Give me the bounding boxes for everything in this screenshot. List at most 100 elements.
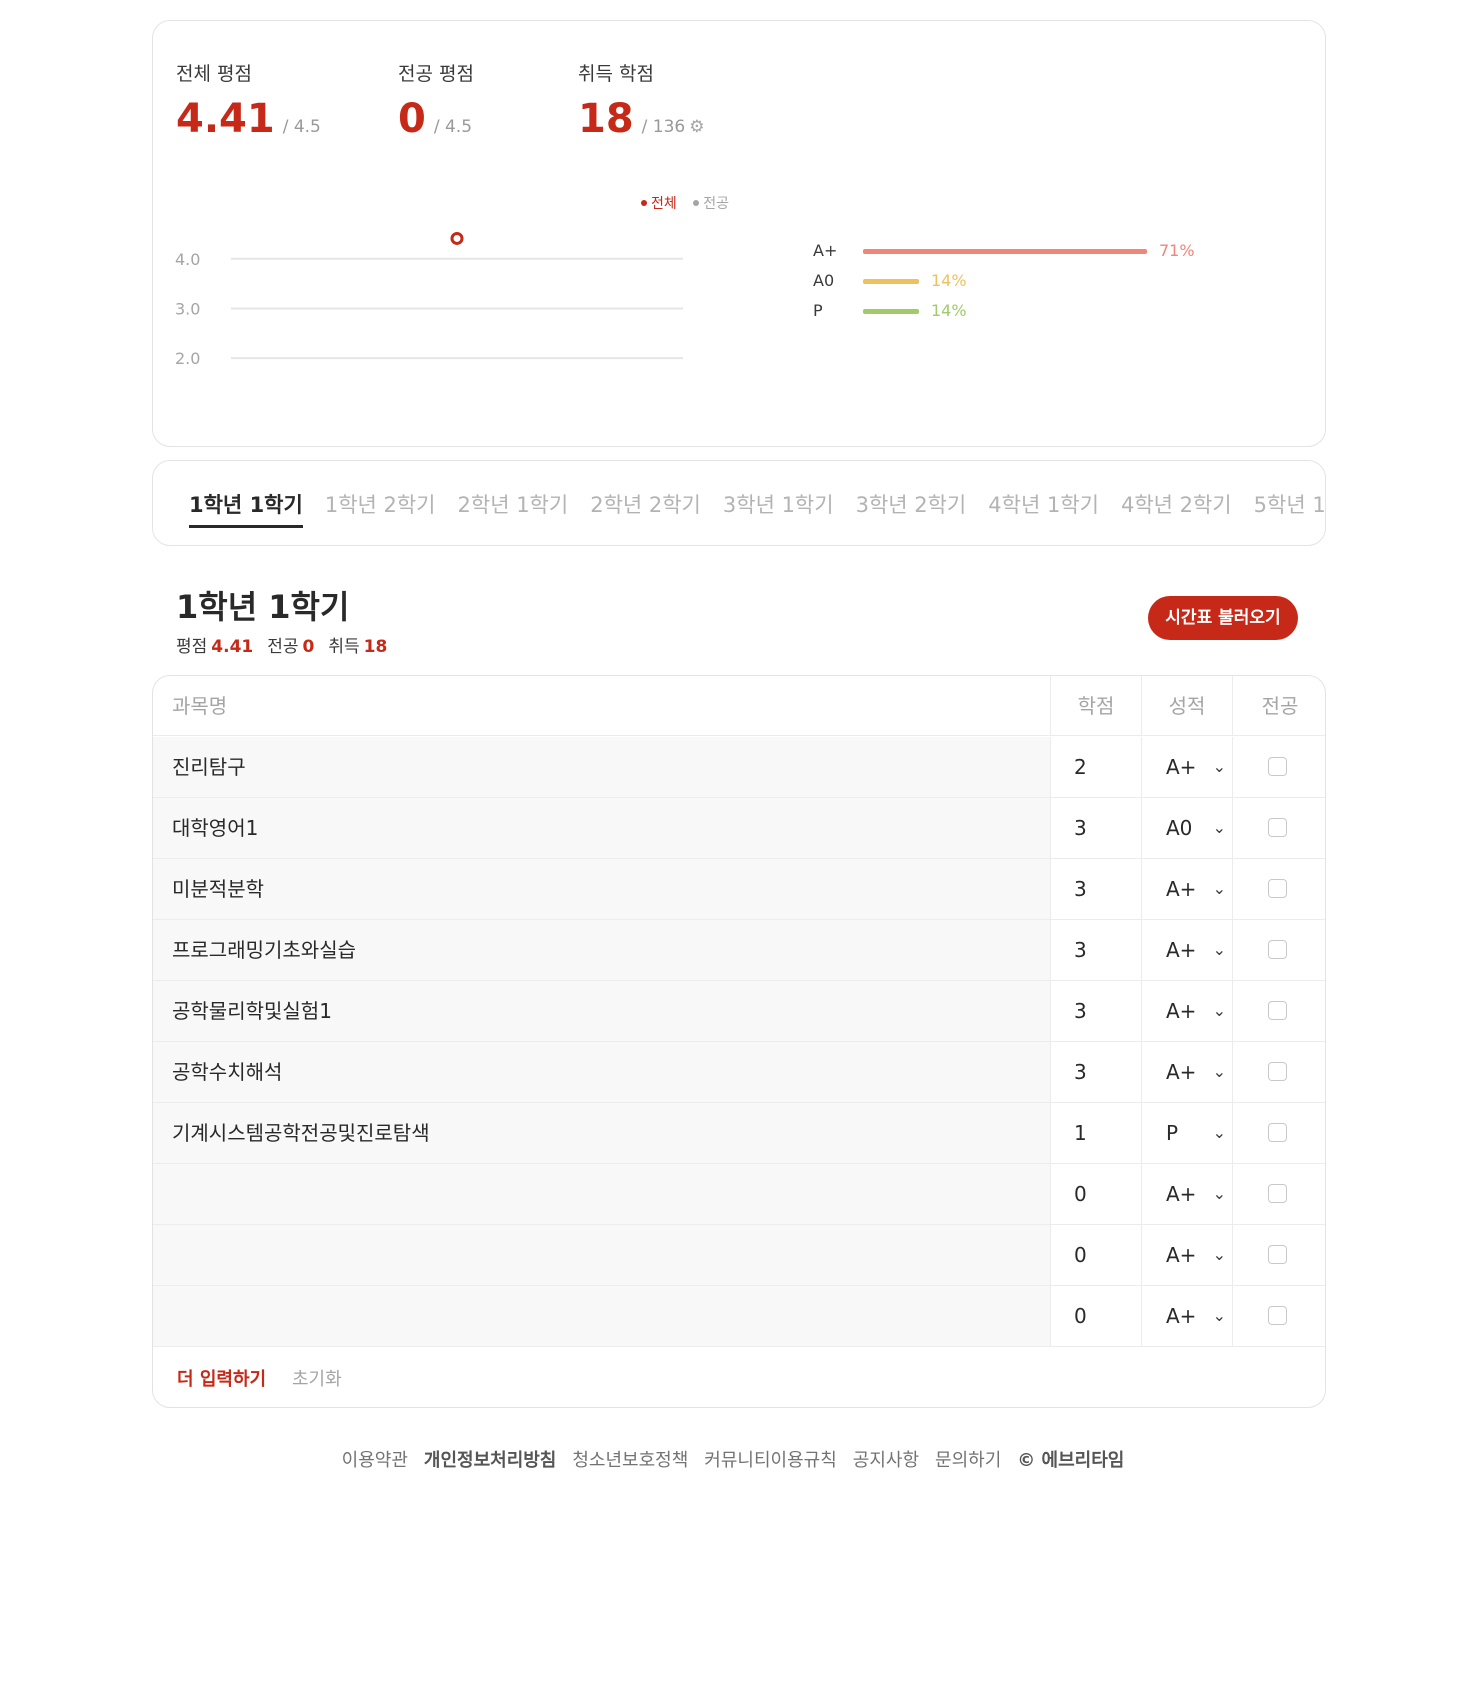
distribution-grade-label: A+ <box>813 241 838 260</box>
distribution-row: A0 14% <box>813 271 1283 301</box>
grade-select[interactable]: A+ ⌄ <box>1141 981 1232 1041</box>
legend-overall-dot <box>641 200 647 206</box>
semester-tab[interactable]: 3학년 2학기 <box>856 489 967 525</box>
gear-icon[interactable]: ⚙ <box>689 117 704 137</box>
major-checkbox[interactable] <box>1268 818 1287 837</box>
grade-value: A+ <box>1166 1060 1197 1084</box>
course-table: 과목명 학점 성적 전공 진리탐구 2 A+ ⌄ 대학영어1 3 A0 ⌄ 미분적분학 3 A+ ⌄ 프… <box>152 675 1326 1408</box>
footer-copyright: © 에브리타임 <box>1017 1450 1125 1471</box>
major-checkbox[interactable] <box>1268 1123 1287 1142</box>
semester-tab[interactable]: 1학년 1학기 <box>189 489 303 528</box>
major-checkbox[interactable] <box>1268 1184 1287 1203</box>
reset-button[interactable]: 초기화 <box>292 1365 342 1391</box>
major-cell <box>1232 737 1325 797</box>
footer-link[interactable]: 이용약관 <box>342 1450 408 1471</box>
semester-tab[interactable]: 2학년 2학기 <box>590 489 701 525</box>
course-name-input[interactable]: 기계시스템공학전공및진로탐색 <box>153 1103 1050 1163</box>
distribution-percent: 14% <box>931 301 967 320</box>
grade-value: P <box>1166 1121 1179 1145</box>
semester-tab[interactable]: 3학년 1학기 <box>723 489 834 525</box>
course-name-input[interactable]: 공학물리학및실험1 <box>153 981 1050 1041</box>
legend-overall-label: 전체 <box>651 196 677 212</box>
major-checkbox[interactable] <box>1268 1306 1287 1325</box>
credit-input[interactable]: 3 <box>1050 920 1141 980</box>
table-footer: 더 입력하기 초기화 <box>153 1347 1325 1407</box>
course-name-input[interactable] <box>153 1286 1050 1346</box>
major-checkbox[interactable] <box>1268 1062 1287 1081</box>
grade-select[interactable]: A+ ⌄ <box>1141 1286 1232 1346</box>
major-checkbox[interactable] <box>1268 757 1287 776</box>
grade-select[interactable]: A+ ⌄ <box>1141 920 1232 980</box>
course-name-input[interactable] <box>153 1164 1050 1224</box>
course-name-input[interactable]: 대학영어1 <box>153 798 1050 858</box>
major-checkbox[interactable] <box>1268 1245 1287 1264</box>
chevron-down-icon: ⌄ <box>1212 1001 1226 1020</box>
major-cell <box>1232 1103 1325 1163</box>
grade-value: A0 <box>1166 816 1193 840</box>
page-footer: 이용약관 개인정보처리방침 청소년보호정책 커뮤니티이용규칙 공지사항 문의하기 © 에브리… <box>0 1446 1466 1472</box>
table-row: 기계시스템공학전공및진로탐색 1 P ⌄ <box>153 1103 1325 1164</box>
credit-input[interactable]: 2 <box>1050 737 1141 797</box>
credit-input[interactable]: 1 <box>1050 1103 1141 1163</box>
overall-gpa-value: 4.41 <box>176 96 275 142</box>
gpa-point-overall[interactable] <box>450 231 464 245</box>
grade-distribution-chart: A+ 71% A0 14% P 14% <box>813 241 1283 331</box>
semester-tab[interactable]: 1학년 2학기 <box>325 489 436 525</box>
footer-link[interactable]: 문의하기 <box>935 1450 1001 1471</box>
grade-select[interactable]: A+ ⌄ <box>1141 859 1232 919</box>
semester-tab[interactable]: 2학년 1학기 <box>458 489 569 525</box>
chevron-down-icon: ⌄ <box>1212 1184 1226 1203</box>
major-checkbox[interactable] <box>1268 940 1287 959</box>
chevron-down-icon: ⌄ <box>1212 1306 1226 1325</box>
course-name-input[interactable]: 미분적분학 <box>153 859 1050 919</box>
course-name-input[interactable]: 프로그래밍기초와실습 <box>153 920 1050 980</box>
footer-link[interactable]: 공지사항 <box>853 1450 919 1471</box>
grade-select[interactable]: A0 ⌄ <box>1141 798 1232 858</box>
footer-link[interactable]: 청소년보호정책 <box>572 1450 688 1471</box>
grade-select[interactable]: A+ ⌄ <box>1141 737 1232 797</box>
credit-input[interactable]: 0 <box>1050 1286 1141 1346</box>
distribution-grade-label: A0 <box>813 271 835 290</box>
grade-select[interactable]: A+ ⌄ <box>1141 1225 1232 1285</box>
y-tick-label: 2.0 <box>175 349 200 368</box>
table-row: 0 A+ ⌄ <box>153 1164 1325 1225</box>
grade-select[interactable]: P ⌄ <box>1141 1103 1232 1163</box>
table-row: 진리탐구 2 A+ ⌄ <box>153 737 1325 798</box>
course-name-input[interactable]: 공학수치해석 <box>153 1042 1050 1102</box>
legend-overall: 전체 <box>641 196 677 212</box>
y-tick-label: 3.0 <box>175 299 200 318</box>
semester-tab[interactable]: 5학년 1학기 <box>1254 489 1325 525</box>
credit-input[interactable]: 3 <box>1050 1042 1141 1102</box>
credit-input[interactable]: 3 <box>1050 859 1141 919</box>
credit-input[interactable]: 0 <box>1050 1225 1141 1285</box>
earned-credits-max: / 136 <box>641 117 686 137</box>
footer-link[interactable]: 개인정보처리방침 <box>424 1450 556 1471</box>
chevron-down-icon: ⌄ <box>1212 940 1226 959</box>
semester-gpa-value: 4.41 <box>211 637 254 657</box>
major-checkbox[interactable] <box>1268 1001 1287 1020</box>
course-name-input[interactable]: 진리탐구 <box>153 737 1050 797</box>
table-row: 대학영어1 3 A0 ⌄ <box>153 798 1325 859</box>
footer-link[interactable]: 커뮤니티이용규칙 <box>704 1450 836 1471</box>
credit-input[interactable]: 3 <box>1050 981 1141 1041</box>
chevron-down-icon: ⌄ <box>1212 879 1226 898</box>
table-body: 진리탐구 2 A+ ⌄ 대학영어1 3 A0 ⌄ 미분적분학 3 A+ ⌄ 프로그래밍기초와실습 3 A+ ⌄… <box>153 737 1325 1347</box>
grade-select[interactable]: A+ ⌄ <box>1141 1164 1232 1224</box>
distribution-bar <box>863 279 919 284</box>
add-more-button[interactable]: 더 입력하기 <box>177 1365 266 1391</box>
semester-tab[interactable]: 4학년 2학기 <box>1121 489 1232 525</box>
grade-value: A+ <box>1166 938 1197 962</box>
import-timetable-button[interactable]: 시간표 불러오기 <box>1148 596 1298 640</box>
semester-tab[interactable]: 4학년 1학기 <box>988 489 1099 525</box>
grade-select[interactable]: A+ ⌄ <box>1141 1042 1232 1102</box>
course-name-input[interactable] <box>153 1225 1050 1285</box>
semester-stats: 평점 4.41 전공 0 취득 18 <box>176 632 401 657</box>
header-course-name: 과목명 <box>172 694 228 718</box>
major-checkbox[interactable] <box>1268 879 1287 898</box>
earned-credits-stat: 취득 학점 18 / 136 ⚙ <box>578 59 705 142</box>
credit-input[interactable]: 3 <box>1050 798 1141 858</box>
table-row: 0 A+ ⌄ <box>153 1225 1325 1286</box>
credit-input[interactable]: 0 <box>1050 1164 1141 1224</box>
major-cell <box>1232 1225 1325 1285</box>
chevron-down-icon: ⌄ <box>1212 1123 1226 1142</box>
